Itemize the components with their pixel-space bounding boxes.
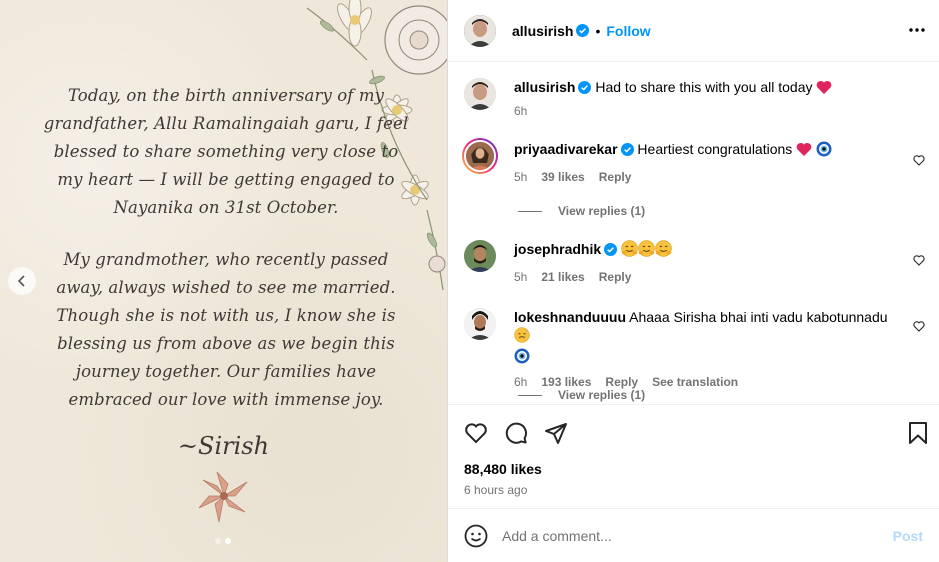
reply-button[interactable]: Reply — [599, 168, 632, 186]
comment-likes-count[interactable]: 39 likes — [541, 168, 584, 186]
avatar-image — [464, 140, 496, 172]
caption-meta: 6h — [514, 102, 927, 120]
comment-body: lokeshnanduuuu Ahaaa Sirisha bhai inti v… — [514, 308, 927, 391]
letter-paragraph-2: My grandmother, who recently passed away… — [56, 250, 396, 409]
comment-username[interactable]: priyaadivarekar — [514, 141, 618, 157]
likes-count[interactable]: 88,480 likes — [464, 461, 542, 477]
comment-row: lokeshnanduuuu Ahaaa Sirisha bhai inti v… — [464, 308, 927, 391]
header-separator: • — [595, 22, 601, 39]
follow-button[interactable]: Follow — [606, 23, 650, 39]
avatar-image — [464, 240, 496, 272]
view-replies-label: View replies (1) — [558, 388, 646, 402]
post-image: Today, on the birth anniversary of my gr… — [0, 0, 447, 562]
avatar-image — [464, 308, 496, 340]
comment-meta: 5h 39 likes Reply — [514, 168, 927, 186]
letter-paragraph-1: Today, on the birth anniversary of my gr… — [43, 86, 409, 217]
carousel-indicator — [215, 538, 231, 544]
evil-eye-emoji-icon — [816, 141, 832, 157]
comment-body: josephradhik 5h 21 likes Reply — [514, 240, 927, 286]
comment-input[interactable] — [502, 527, 893, 544]
comment-time: 5h — [514, 170, 528, 184]
hugging-face-emoji-icon — [655, 240, 672, 257]
verified-badge-icon — [578, 81, 592, 94]
carousel-dot — [215, 538, 221, 544]
like-comment-heart-icon[interactable] — [913, 154, 925, 166]
verified-badge-icon — [576, 24, 590, 37]
carousel-prev-button[interactable] — [8, 267, 36, 295]
comment-body: priyaadivarekar Heartiest congratulation… — [514, 140, 927, 186]
hugging-face-emoji-icon — [638, 240, 655, 257]
letter-text: Today, on the birth anniversary of my gr… — [40, 82, 412, 438]
comment-row: josephradhik 5h 21 likes Reply — [464, 240, 927, 286]
comment-text: lokeshnanduuuu Ahaaa Sirisha bhai inti v… — [514, 308, 927, 365]
comment-username[interactable]: lokeshnanduuuu — [514, 309, 626, 325]
carousel-dot-active — [225, 538, 231, 544]
avatar[interactable] — [464, 240, 496, 272]
save-bookmark-icon[interactable] — [907, 421, 929, 445]
comment-content: Heartiest congratulations — [637, 141, 793, 157]
red-heart-emoji-icon — [796, 142, 812, 156]
caption-content: Had to share this with you all today — [595, 79, 813, 95]
caption-row: allusirish Had to share this with you al… — [464, 78, 927, 120]
red-heart-emoji-icon — [817, 80, 832, 94]
verified-badge-icon — [620, 143, 634, 156]
avatar[interactable] — [464, 78, 496, 110]
action-icons — [464, 421, 568, 445]
comment-username[interactable]: josephradhik — [514, 241, 601, 257]
more-options-icon[interactable] — [907, 20, 927, 40]
share-paper-plane-icon[interactable] — [544, 421, 568, 445]
avatar[interactable] — [462, 138, 498, 174]
divider-line — [518, 394, 542, 396]
caption-time: 6h — [514, 104, 528, 118]
add-comment-bar: Post — [448, 508, 939, 562]
hugging-face-emoji-icon — [621, 240, 638, 257]
post-detail-panel: allusirish • Follow allusirish Had to sh… — [447, 0, 939, 562]
letter-signature: ~Sirish — [177, 432, 270, 460]
comment-text: josephradhik — [514, 240, 927, 258]
caption-username[interactable]: allusirish — [514, 79, 575, 95]
verified-badge-icon — [604, 243, 618, 256]
comment-meta: 5h 21 likes Reply — [514, 268, 927, 286]
comment-likes-count[interactable]: 21 likes — [541, 268, 584, 286]
like-heart-icon[interactable] — [464, 421, 488, 445]
avatar[interactable] — [464, 14, 496, 47]
post-comment-button[interactable]: Post — [893, 528, 923, 544]
post-actions: 88,480 likes 6 hours ago — [448, 404, 939, 508]
caption-body: allusirish Had to share this with you al… — [514, 78, 927, 120]
header-username[interactable]: allusirish — [512, 23, 573, 39]
comment-content: Ahaaa Sirisha bhai inti vadu kabotunnadu — [629, 309, 888, 325]
avatar[interactable] — [464, 308, 496, 340]
avatar-image — [464, 14, 496, 47]
see-translation-button[interactable]: See translation — [652, 373, 738, 391]
chevron-left-icon — [17, 275, 25, 287]
flower-illustration — [198, 471, 248, 523]
post-timestamp: 6 hours ago — [464, 483, 528, 497]
sweat-smile-emoji-icon — [514, 327, 530, 343]
avatar-image — [464, 78, 496, 110]
comments-list: allusirish Had to share this with you al… — [448, 62, 939, 404]
view-replies-button[interactable]: View replies (1) — [518, 388, 645, 402]
comment-bubble-icon[interactable] — [504, 421, 528, 445]
like-comment-heart-icon[interactable] — [913, 320, 925, 332]
comment-row: priyaadivarekar Heartiest congratulation… — [462, 138, 927, 186]
post-header: allusirish • Follow — [448, 0, 939, 62]
view-replies-label: View replies (1) — [558, 204, 646, 218]
comment-text: priyaadivarekar Heartiest congratulation… — [514, 140, 927, 158]
emoji-smiley-icon[interactable] — [464, 524, 488, 548]
divider-line — [518, 210, 542, 212]
reply-button[interactable]: Reply — [599, 268, 632, 286]
evil-eye-emoji-icon — [514, 348, 530, 364]
comment-time: 5h — [514, 270, 528, 284]
like-comment-heart-icon[interactable] — [913, 254, 925, 266]
caption-text: allusirish Had to share this with you al… — [514, 78, 927, 96]
view-replies-button[interactable]: View replies (1) — [518, 204, 645, 218]
